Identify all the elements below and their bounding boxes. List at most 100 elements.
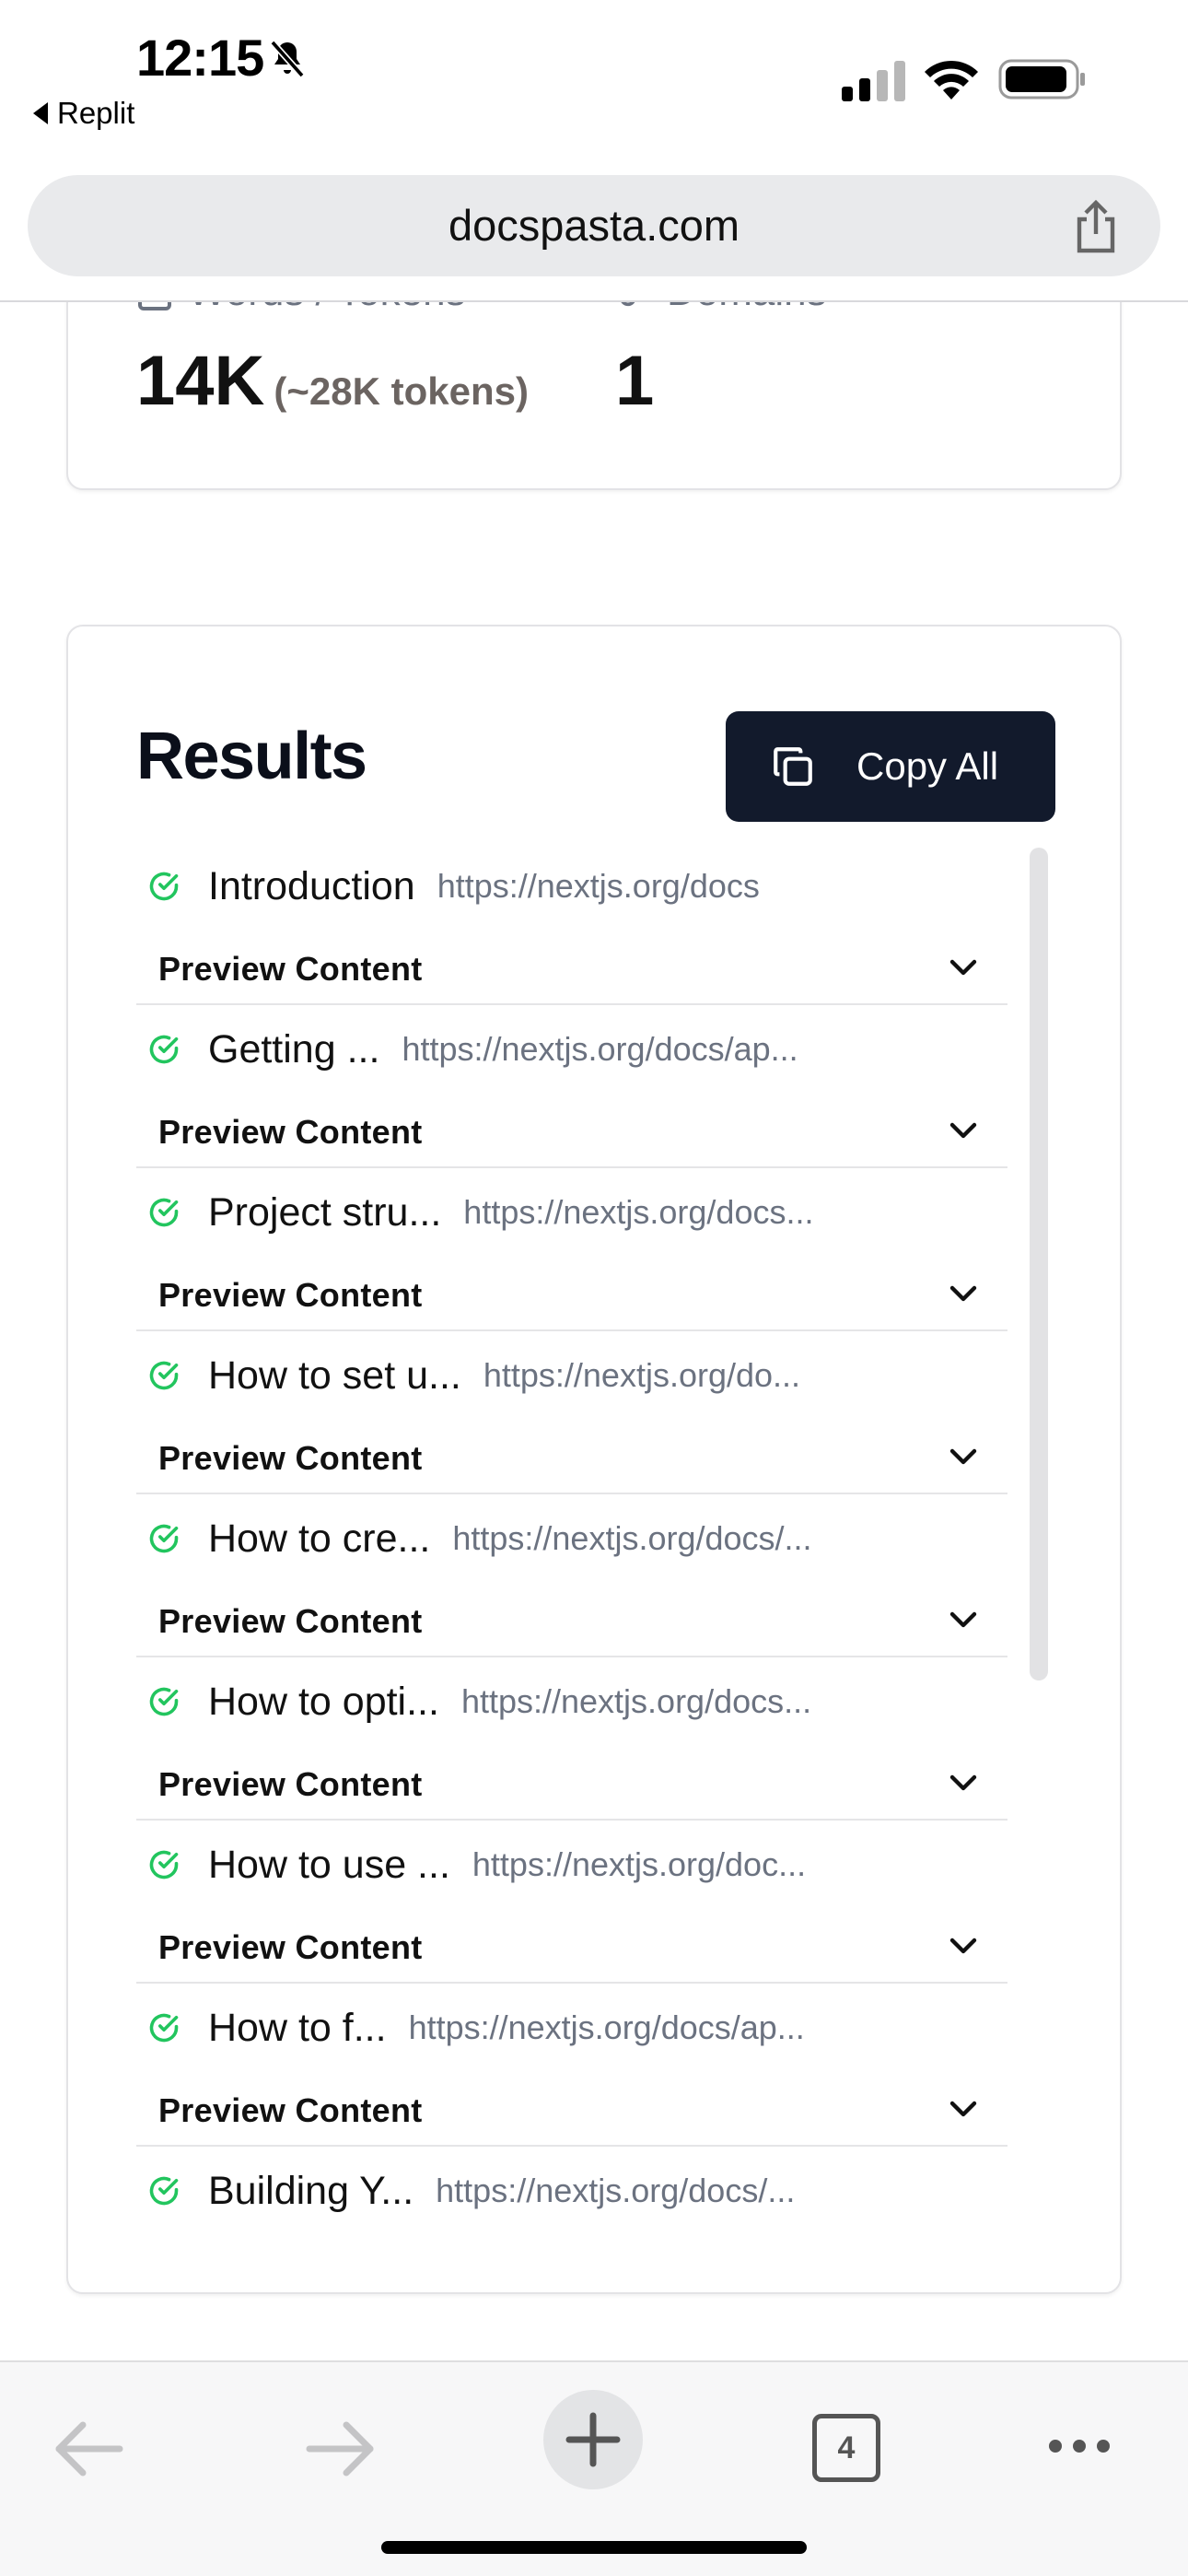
chevron-down-icon bbox=[949, 1285, 977, 1302]
words-value: 14K (~28K tokens) bbox=[136, 341, 529, 421]
result-item-header: How to f... https://nextjs.org/docs/ap... bbox=[136, 2000, 1007, 2055]
results-scrollbar[interactable] bbox=[1030, 848, 1048, 1680]
result-item: How to set u... https://nextjs.org/do... P… bbox=[136, 1331, 1007, 1494]
results-list: Introduction https://nextjs.org/docs Previ… bbox=[136, 842, 1007, 2310]
result-item-title: Building Y... bbox=[208, 2168, 414, 2213]
forward-arrow-icon[interactable] bbox=[306, 2421, 376, 2476]
result-item-header: How to set u... https://nextjs.org/do... bbox=[136, 1348, 1007, 1403]
cellular-signal-icon bbox=[842, 61, 905, 101]
result-item-title: How to f... bbox=[208, 2005, 387, 2050]
chevron-down-icon bbox=[949, 959, 977, 976]
tabs-button[interactable]: 4 bbox=[812, 2414, 880, 2482]
result-item-title: How to opti... bbox=[208, 1679, 439, 1724]
result-item: How to f... https://nextjs.org/docs/ap...… bbox=[136, 1984, 1007, 2147]
result-item-header: Project stru... https://nextjs.org/docs..… bbox=[136, 1185, 1007, 1240]
check-circle-icon bbox=[149, 1524, 179, 1553]
bell-off-icon bbox=[270, 40, 305, 78]
preview-content-toggle[interactable]: Preview Content bbox=[136, 943, 1007, 995]
copy-all-label: Copy All bbox=[856, 744, 999, 788]
result-item-header: Introduction https://nextjs.org/docs bbox=[136, 859, 1007, 914]
check-circle-icon bbox=[149, 1035, 179, 1064]
check-circle-icon bbox=[149, 1850, 179, 1879]
words-count: 14K bbox=[136, 342, 265, 420]
result-item-header: How to use ... https://nextjs.org/doc... bbox=[136, 1837, 1007, 1892]
result-item: How to cre... https://nextjs.org/docs/...… bbox=[136, 1494, 1007, 1657]
result-item-title: How to set u... bbox=[208, 1352, 461, 1398]
check-circle-icon bbox=[149, 2013, 179, 2043]
chevron-down-icon bbox=[949, 1122, 977, 1139]
result-item: Getting ... https://nextjs.org/docs/ap...… bbox=[136, 1005, 1007, 1168]
check-circle-icon bbox=[149, 1361, 179, 1390]
tokens-count: (~28K tokens) bbox=[274, 369, 530, 413]
share-icon[interactable] bbox=[1070, 199, 1122, 254]
check-circle-icon bbox=[149, 1687, 179, 1716]
preview-content-toggle[interactable]: Preview Content bbox=[136, 1596, 1007, 1647]
check-circle-icon bbox=[149, 2176, 179, 2206]
result-item-url[interactable]: https://nextjs.org/doc... bbox=[472, 1845, 806, 1884]
chevron-down-icon bbox=[949, 1448, 977, 1465]
wifi-icon bbox=[925, 60, 978, 100]
result-item-title: How to use ... bbox=[208, 1842, 450, 1887]
copy-icon bbox=[774, 747, 812, 786]
home-indicator bbox=[381, 2541, 807, 2554]
result-item-url[interactable]: https://nextjs.org/docs/ap... bbox=[402, 1030, 798, 1069]
preview-content-label: Preview Content bbox=[158, 1602, 423, 1640]
back-app-label: Replit bbox=[57, 96, 135, 130]
result-item-title: Project stru... bbox=[208, 1189, 442, 1235]
result-item-header: Getting ... https://nextjs.org/docs/ap... bbox=[136, 1022, 1007, 1077]
preview-content-toggle[interactable]: Preview Content bbox=[136, 1759, 1007, 1810]
result-item-url[interactable]: https://nextjs.org/docs/... bbox=[436, 2172, 795, 2210]
result-item: Introduction https://nextjs.org/docs Previ… bbox=[136, 842, 1007, 1005]
chevron-down-icon bbox=[949, 1774, 977, 1791]
preview-content-toggle[interactable]: Preview Content bbox=[136, 1107, 1007, 1158]
more-icon[interactable] bbox=[1046, 2436, 1112, 2456]
preview-content-label: Preview Content bbox=[158, 950, 423, 988]
result-item: How to use ... https://nextjs.org/doc... P… bbox=[136, 1821, 1007, 1984]
back-to-app-link[interactable]: Replit bbox=[33, 96, 134, 131]
result-item-title: Introduction bbox=[208, 863, 415, 908]
result-item: Project stru... https://nextjs.org/docs..… bbox=[136, 1168, 1007, 1331]
domains-value: 1 bbox=[615, 342, 655, 420]
preview-content-toggle[interactable]: Preview Content bbox=[136, 1433, 1007, 1484]
battery-icon bbox=[998, 59, 1085, 100]
result-item-url[interactable]: https://nextjs.org/docs/ap... bbox=[409, 2008, 805, 2047]
result-item-header: Building Y... https://nextjs.org/docs/... bbox=[136, 2163, 1007, 2219]
status-time: 12:15 bbox=[136, 29, 264, 87]
results-title: Results bbox=[136, 720, 367, 793]
back-arrow-icon[interactable] bbox=[53, 2421, 123, 2476]
result-item-url[interactable]: https://nextjs.org/docs bbox=[437, 867, 760, 906]
result-item-url[interactable]: https://nextjs.org/docs... bbox=[461, 1682, 811, 1721]
back-triangle-icon bbox=[33, 102, 48, 124]
result-item-url[interactable]: https://nextjs.org/docs... bbox=[463, 1193, 813, 1232]
copy-all-button[interactable]: Copy All bbox=[726, 711, 1055, 822]
status-bar: 12:15 Replit bbox=[0, 0, 1188, 166]
result-item-title: How to cre... bbox=[208, 1516, 431, 1561]
preview-content-label: Preview Content bbox=[158, 1439, 423, 1477]
preview-content-label: Preview Content bbox=[158, 1113, 423, 1151]
results-card: Results Copy All Introduction https://nex… bbox=[66, 625, 1122, 2294]
browser-address-area: docspasta.com bbox=[0, 166, 1188, 302]
result-item: How to opti... https://nextjs.org/docs...… bbox=[136, 1657, 1007, 1821]
preview-content-label: Preview Content bbox=[158, 1765, 423, 1803]
new-tab-button[interactable] bbox=[543, 2390, 643, 2489]
result-item-header: How to opti... https://nextjs.org/docs... bbox=[136, 1674, 1007, 1729]
address-bar[interactable]: docspasta.com bbox=[28, 175, 1160, 276]
result-item: Building Y... https://nextjs.org/docs/... bbox=[136, 2147, 1007, 2310]
check-circle-icon bbox=[149, 872, 179, 901]
address-bar-url: docspasta.com bbox=[448, 201, 740, 250]
plus-icon bbox=[565, 2412, 621, 2467]
chevron-down-icon bbox=[949, 1938, 977, 1954]
preview-content-toggle[interactable]: Preview Content bbox=[136, 2085, 1007, 2137]
check-circle-icon bbox=[149, 1198, 179, 1227]
preview-content-label: Preview Content bbox=[158, 1928, 423, 1966]
chevron-down-icon bbox=[949, 2101, 977, 2117]
result-item-title: Getting ... bbox=[208, 1026, 380, 1071]
result-item-url[interactable]: https://nextjs.org/do... bbox=[483, 1356, 800, 1395]
preview-content-label: Preview Content bbox=[158, 2091, 423, 2129]
preview-content-toggle[interactable]: Preview Content bbox=[136, 1922, 1007, 1973]
result-item-url[interactable]: https://nextjs.org/docs/... bbox=[452, 1519, 811, 1558]
preview-content-toggle[interactable]: Preview Content bbox=[136, 1270, 1007, 1321]
chevron-down-icon bbox=[949, 1611, 977, 1628]
result-item-header: How to cre... https://nextjs.org/docs/... bbox=[136, 1511, 1007, 1566]
preview-content-label: Preview Content bbox=[158, 1276, 423, 1314]
